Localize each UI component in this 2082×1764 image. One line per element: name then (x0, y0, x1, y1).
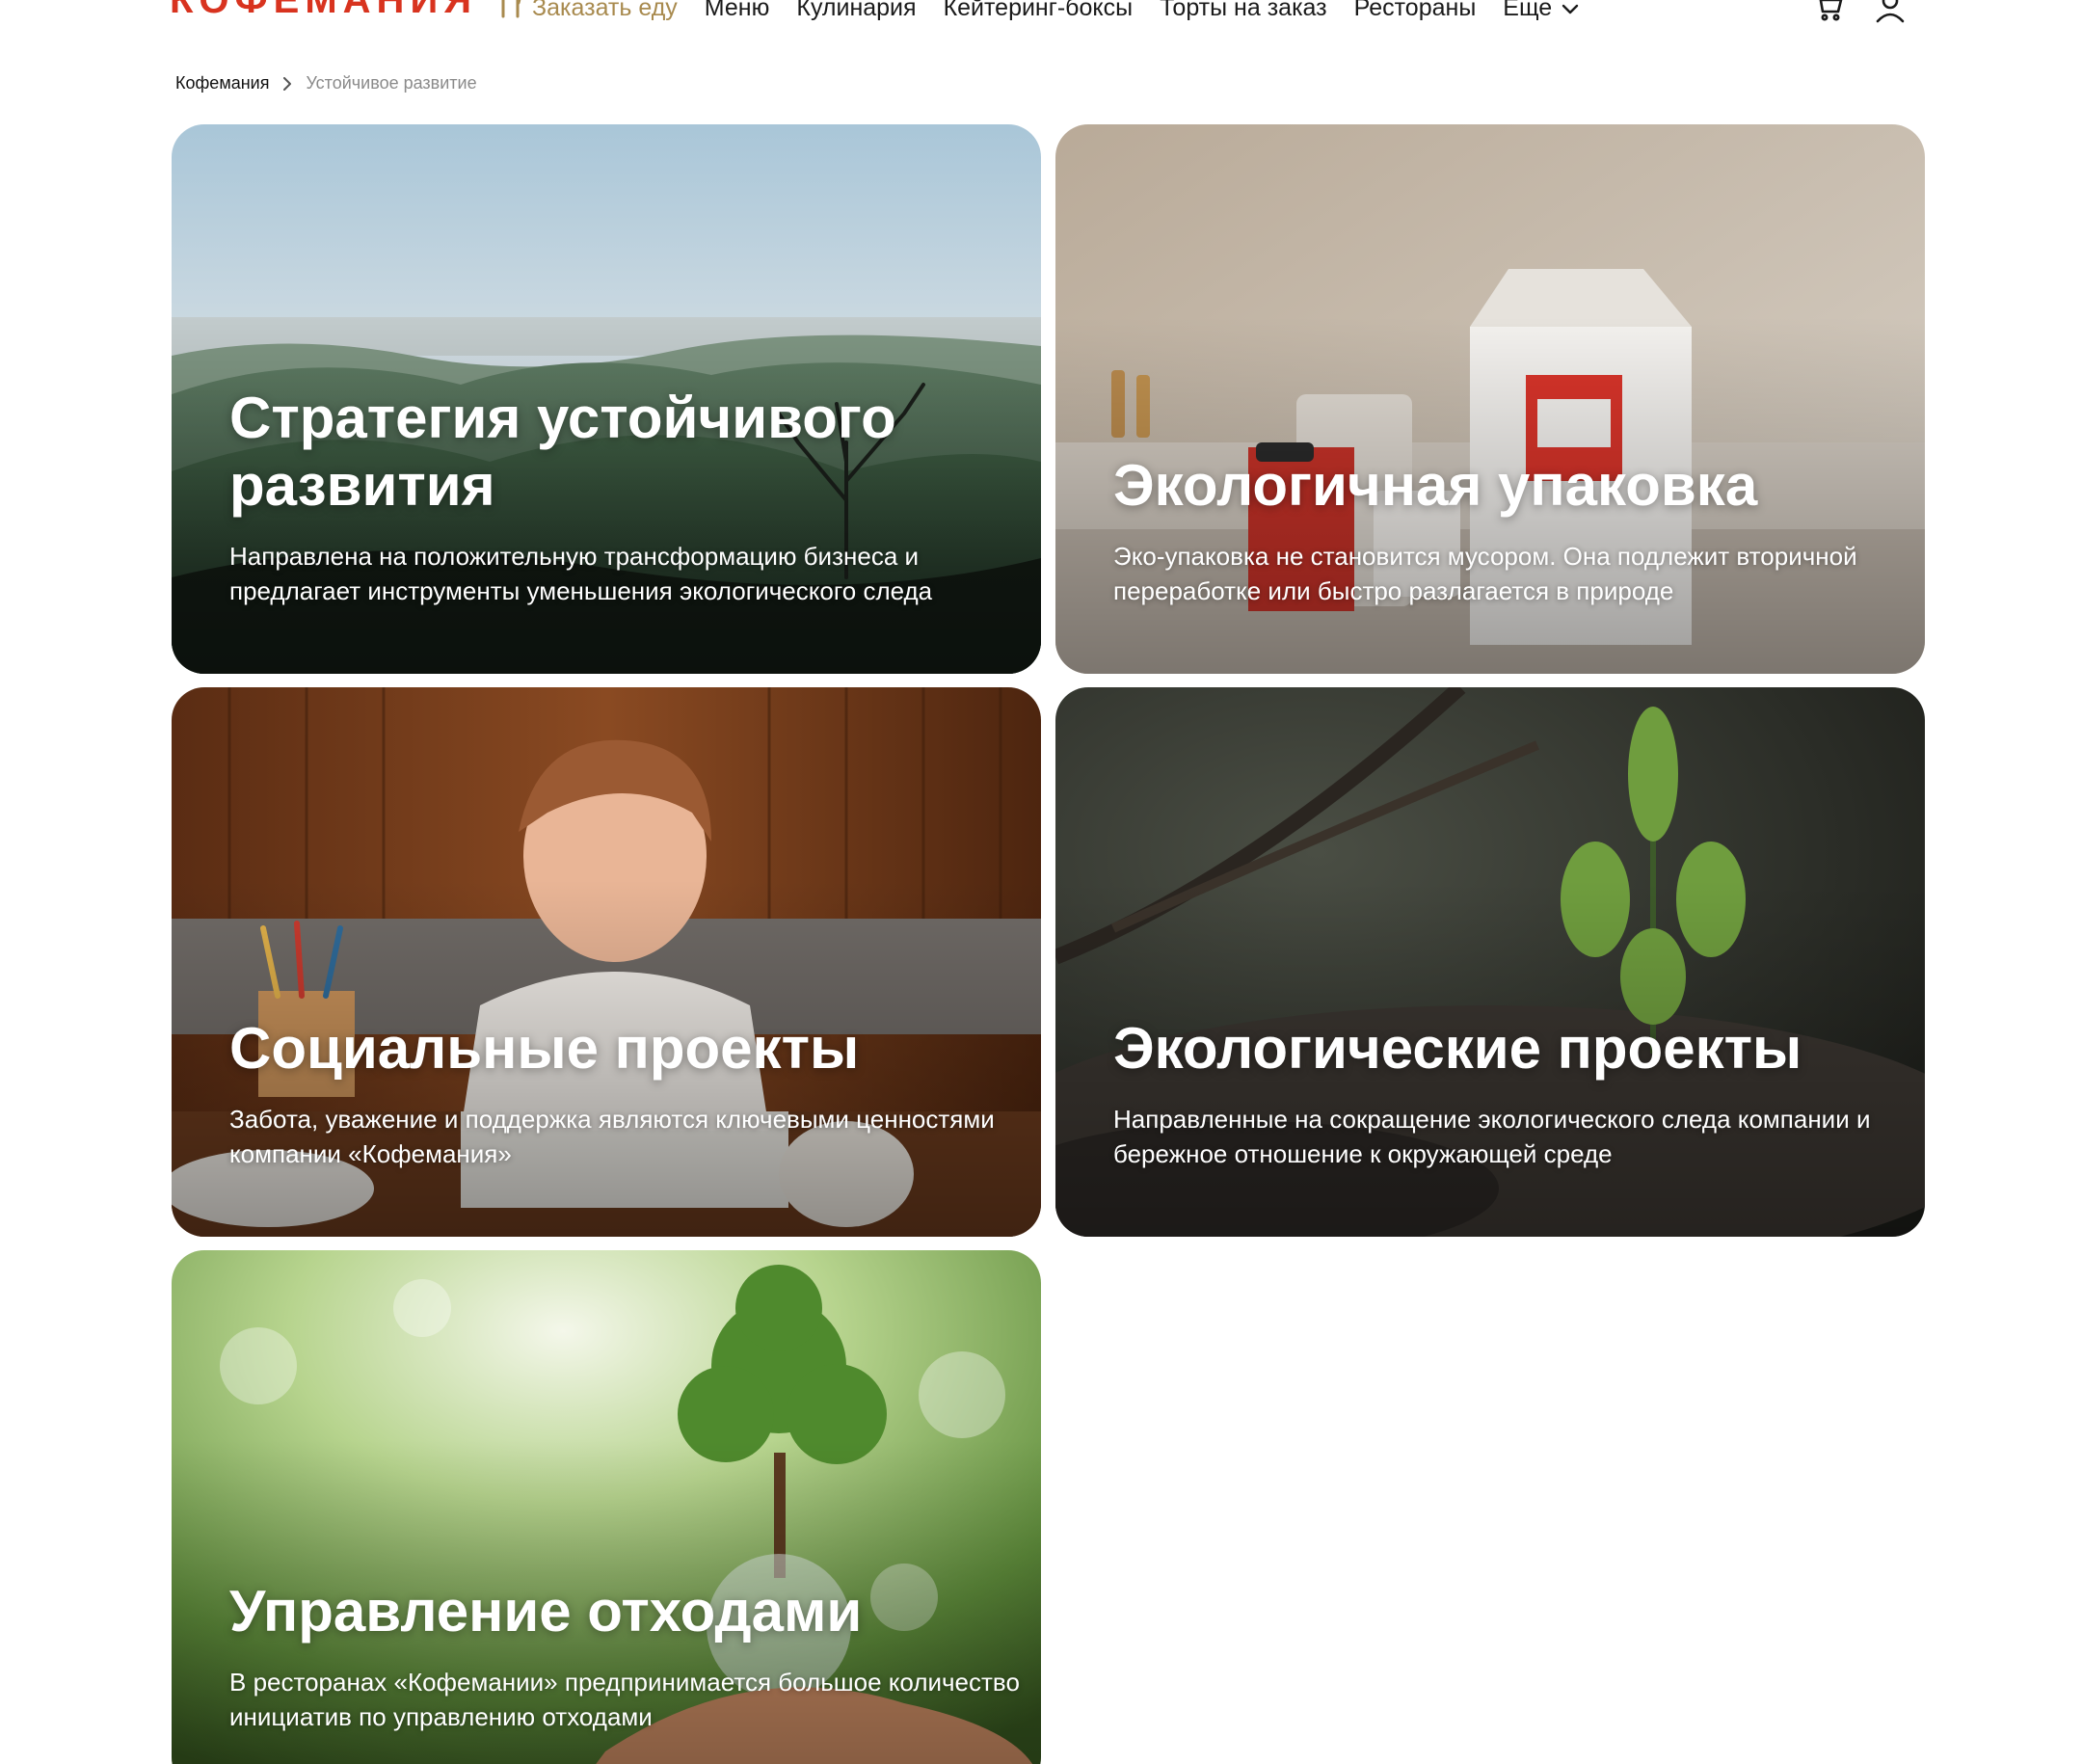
card-eco-packaging[interactable]: Экологичная упаковка Эко-упаковка не ста… (1055, 124, 1925, 674)
card-description: Забота, уважение и поддержка являются кл… (229, 1105, 995, 1168)
card-description: Эко-упаковка не становится мусором. Она … (1113, 542, 1857, 605)
nav-item-menu[interactable]: Меню (705, 0, 770, 27)
card-text: Управление отходами В ресторанах «Кофема… (229, 1578, 1024, 1734)
breadcrumb: Кофемания Устойчивое развитие (175, 73, 477, 94)
fork-knife-icon (495, 0, 524, 30)
card-text: Социальные проекты Забота, уважение и по… (229, 1015, 1024, 1171)
card-text: Экологические проекты Направленные на со… (1113, 1015, 1908, 1171)
chevron-down-icon (1562, 0, 1579, 27)
card-text: Стратегия устойчивого развития Направлен… (229, 385, 1024, 608)
main-nav: Заказать еду Меню Кулинария Кейтеринг-бо… (495, 0, 1579, 27)
nav-item-restaurants[interactable]: Рестораны (1354, 0, 1477, 27)
nav-more-label: Еще (1503, 0, 1553, 21)
cart-icon[interactable] (1812, 0, 1845, 23)
nav-item-catering-boxes[interactable]: Кейтеринг-боксы (944, 0, 1134, 27)
card-title: Стратегия устойчивого развития (229, 386, 896, 518)
chevron-right-icon (282, 76, 292, 91)
nav-item-more[interactable]: Еще (1503, 0, 1579, 27)
breadcrumb-home[interactable]: Кофемания (175, 73, 269, 94)
brand-logo[interactable]: КОФЕМАНИЯ (170, 0, 477, 23)
user-icon[interactable] (1874, 0, 1907, 23)
breadcrumb-current: Устойчивое развитие (306, 73, 477, 93)
card-text: Экологичная упаковка Эко-упаковка не ста… (1113, 452, 1908, 608)
nav-item-culinary[interactable]: Кулинария (796, 0, 916, 27)
card-title: Экологичная упаковка (1113, 453, 1758, 518)
card-eco-projects[interactable]: Экологические проекты Направленные на со… (1055, 687, 1925, 1237)
card-description: Направлена на положительную трансформаци… (229, 542, 933, 605)
card-description: В ресторанах «Кофемании» предпринимается… (229, 1668, 1020, 1731)
card-title: Управление отходами (229, 1579, 863, 1644)
site-header: КОФЕМАНИЯ Заказать еду Меню Кулинария Ке… (0, 0, 2082, 39)
card-title: Экологические проекты (1113, 1016, 1802, 1081)
card-waste-management[interactable]: Управление отходами В ресторанах «Кофема… (172, 1250, 1041, 1764)
nav-order-label: Заказать еду (532, 0, 678, 21)
card-sustainability-strategy[interactable]: Стратегия устойчивого развития Направлен… (172, 124, 1041, 674)
card-description: Направленные на сокращение экологическог… (1113, 1105, 1871, 1168)
nav-item-cakes[interactable]: Торты на заказ (1160, 0, 1327, 27)
nav-order-food[interactable]: Заказать еду (495, 0, 678, 30)
card-social-projects[interactable]: Социальные проекты Забота, уважение и по… (172, 687, 1041, 1237)
card-title: Социальные проекты (229, 1016, 860, 1081)
